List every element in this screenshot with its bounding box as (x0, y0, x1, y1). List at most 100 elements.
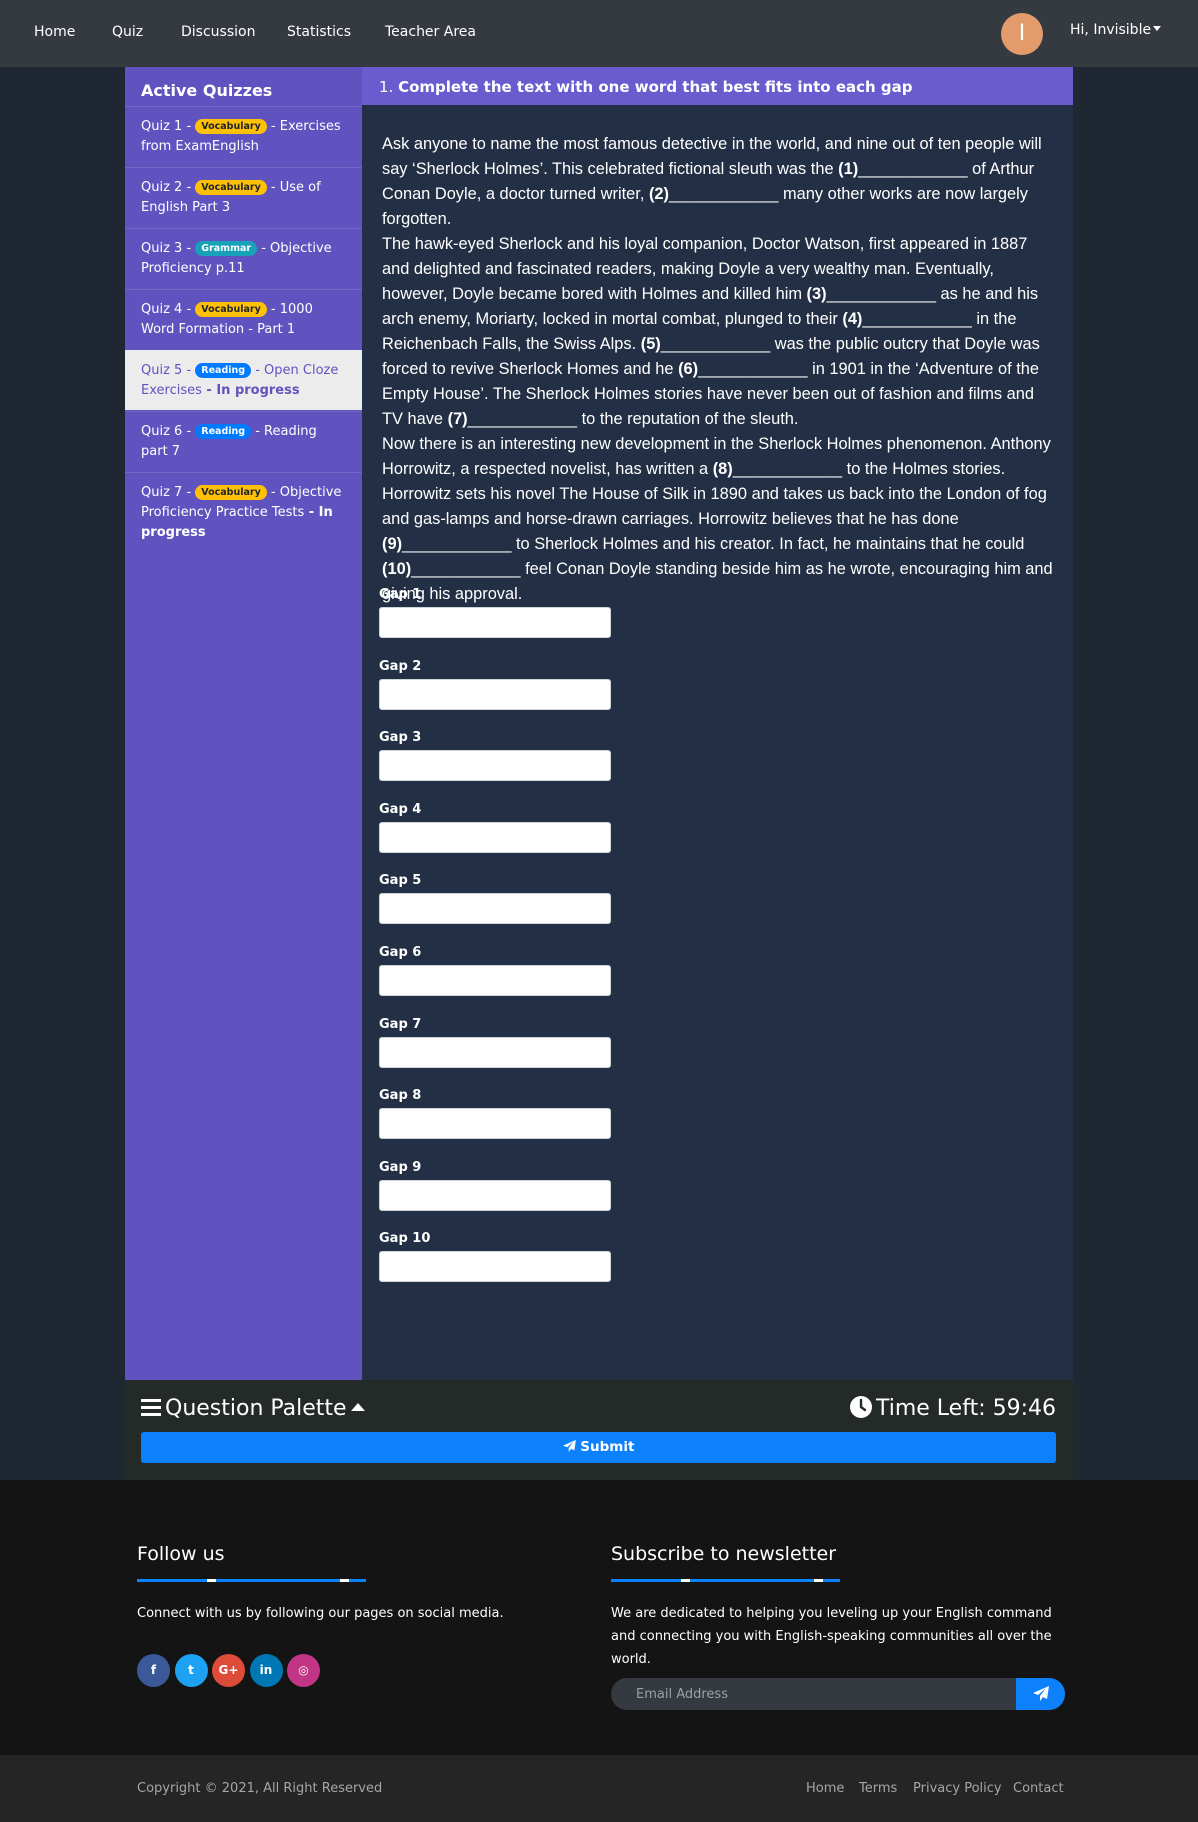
quiz-list-item[interactable]: Quiz 6 - Reading - Reading part 7 (125, 411, 362, 471)
question-palette-toggle[interactable]: Question Palette (141, 1396, 365, 1421)
quiz-status: - In progress (201, 383, 300, 398)
gap-label: Gap 5 (379, 873, 422, 889)
gap-blank: ____________ (862, 310, 972, 328)
user-menu-dropdown[interactable]: Hi, Invisible (1070, 22, 1162, 38)
newsletter-title: Subscribe to newsletter (611, 1543, 837, 1565)
gap-blank: ____________ (698, 360, 808, 378)
quiz-list-item[interactable]: Quiz 1 - Vocabulary - Exercises from Exa… (125, 106, 362, 166)
gap-1-input[interactable] (379, 607, 611, 638)
gap-5-input[interactable] (379, 893, 611, 925)
top-navbar: Home Quiz Discussion Statistics Teacher … (0, 0, 1198, 67)
gap-marker: (8) (712, 460, 733, 478)
time-left-text: Time Left: 59:46 (875, 1396, 1056, 1421)
follow-us-underline (137, 1579, 366, 1582)
category-badge: Reading (195, 363, 252, 378)
quiz-list-item[interactable]: Quiz 2 - Vocabulary - Use of English Par… (125, 167, 362, 227)
quiz-prefix: Quiz 5 - (141, 363, 196, 378)
gap-marker: (3) (806, 285, 827, 303)
question-header: 1. Complete the text with one word that … (362, 67, 1073, 105)
gap-marker: (6) (678, 360, 699, 378)
category-badge: Vocabulary (195, 302, 267, 317)
quiz-prefix: Quiz 6 - (141, 424, 196, 439)
nav-link-discussion[interactable]: Discussion (181, 24, 255, 40)
linkedin-icon[interactable]: in (249, 1654, 283, 1687)
site-footer: Follow us Connect with us by following o… (0, 1480, 1198, 1755)
gap-blank: ____________ (669, 185, 779, 203)
twitter-icon[interactable]: t (174, 1654, 208, 1687)
gap-8-input[interactable] (379, 1108, 611, 1140)
gap-label: Gap 3 (379, 730, 422, 746)
gap-label: Gap 2 (379, 658, 422, 674)
quiz-list-item[interactable]: Quiz 5 - Reading - Open Cloze Exercises … (125, 350, 362, 410)
passage-paragraph: The hawk-eyed Sherlock and his loyal com… (382, 232, 1058, 432)
gap-blank: ____________ (467, 410, 578, 428)
gap-10-input[interactable] (379, 1251, 611, 1283)
quiz-list-item[interactable]: Quiz 7 - Vocabulary - Objective Proficie… (125, 472, 362, 540)
quiz-prefix: Quiz 4 - (141, 302, 196, 317)
menu-icon (141, 1399, 161, 1416)
nav-link-statistics[interactable]: Statistics (287, 24, 351, 40)
gap-marker: (5) (640, 335, 661, 353)
gap-label: Gap 8 (379, 1088, 422, 1104)
gap-blank: ____________ (402, 535, 512, 553)
gap-blank: ____________ (660, 335, 771, 353)
gap-marker: (2) (648, 185, 669, 203)
gap-marker: (10) (382, 560, 412, 578)
question-palette-label: Question Palette (165, 1396, 347, 1421)
gap-9-input[interactable] (379, 1179, 611, 1211)
nav-link-home[interactable]: Home (34, 24, 75, 40)
google-plus-icon[interactable]: G+ (212, 1654, 245, 1687)
copyright-text: Copyright © 2021, All Right Reserved (137, 1781, 383, 1796)
quiz-prefix: Quiz 7 - (141, 485, 196, 500)
category-badge: Grammar (195, 241, 258, 256)
email-address-input[interactable] (611, 1678, 1016, 1710)
caret-down-icon (1153, 26, 1162, 31)
footer-link-terms[interactable]: Terms (859, 1781, 897, 1796)
instagram-icon[interactable]: ◎ (287, 1654, 320, 1687)
quiz-list-item[interactable]: Quiz 4 - Vocabulary - 1000 Word Formatio… (125, 289, 362, 349)
gap-7-input[interactable] (379, 1036, 611, 1068)
quiz-list-item[interactable]: Quiz 3 - Grammar - Objective Proficiency… (125, 228, 362, 288)
submit-label: Submit (580, 1439, 635, 1455)
nav-link-quiz[interactable]: Quiz (112, 24, 143, 40)
newsletter-send-button[interactable] (1016, 1678, 1065, 1710)
gap-6-input[interactable] (379, 965, 611, 996)
newsletter-text: We are dedicated to helping you leveling… (611, 1606, 1052, 1667)
follow-us-text: Connect with us by following our pages o… (137, 1606, 504, 1621)
gap-label: Gap 9 (379, 1159, 422, 1175)
question-palette-bar: Question Palette Time Left: 59:46 Submit (125, 1380, 1073, 1480)
gap-blank: ____________ (411, 560, 521, 578)
footer-link-home[interactable]: Home (806, 1781, 844, 1796)
gap-3-input[interactable] (379, 750, 611, 782)
submit-button[interactable]: Submit (141, 1432, 1056, 1463)
footer-link-contact[interactable]: Contact (1013, 1781, 1064, 1796)
footer-link-privacy-policy[interactable]: Privacy Policy (913, 1781, 1002, 1796)
gap-marker: (7) (447, 410, 468, 428)
gap-label: Gap 10 (379, 1231, 431, 1247)
caret-up-icon (350, 1403, 365, 1411)
passage-text: to Sherlock Holmes and his creator. In f… (511, 535, 1025, 553)
gap-4-input[interactable] (379, 821, 611, 853)
user-avatar[interactable]: I (1001, 13, 1043, 55)
gap-marker: (1) (838, 160, 859, 178)
category-badge: Vocabulary (195, 485, 267, 500)
gap-blank: ____________ (858, 160, 968, 178)
clock-icon (849, 1396, 872, 1418)
passage-paragraph: Ask anyone to name the most famous detec… (382, 132, 1058, 232)
nav-link-teacher-area[interactable]: Teacher Area (385, 24, 476, 40)
gap-marker: (9) (382, 535, 403, 553)
follow-us-title: Follow us (137, 1543, 225, 1565)
question-number: 1. (379, 78, 394, 96)
quiz-prefix: Quiz 2 - (141, 180, 196, 195)
quiz-prefix: Quiz 3 - (141, 241, 196, 256)
paper-plane-icon (1032, 1686, 1049, 1701)
cloze-passage: Ask anyone to name the most famous detec… (382, 132, 1058, 607)
passage-text: to the reputation of the sleuth. (577, 410, 799, 428)
gap-blank: ____________ (732, 460, 843, 478)
user-greeting: Hi, Invisible (1070, 22, 1152, 38)
gap-label: Gap 7 (379, 1016, 422, 1032)
quiz-prefix: Quiz 1 - (141, 119, 196, 134)
category-badge: Reading (195, 424, 252, 439)
gap-2-input[interactable] (379, 678, 611, 710)
facebook-icon[interactable]: f (137, 1654, 170, 1687)
